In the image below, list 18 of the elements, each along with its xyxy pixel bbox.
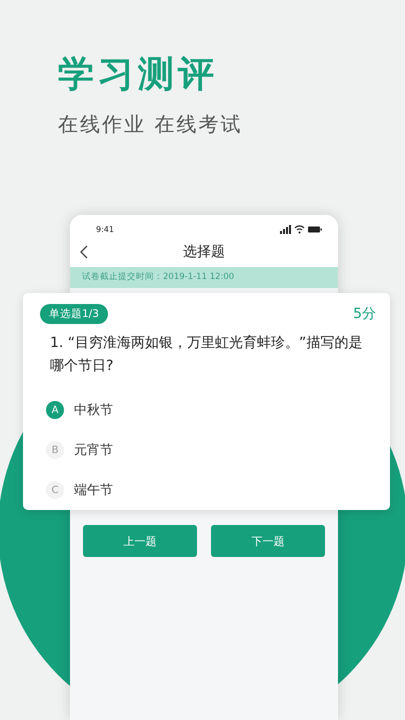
option-letter[interactable]: B: [46, 441, 64, 459]
back-icon[interactable]: [80, 245, 88, 259]
deadline-banner: 试卷截止提交时间：2019-1-11 12:00: [70, 267, 338, 288]
score: 5分: [353, 305, 376, 323]
question-text: 1. “目穷淮海两如银，万里虹光育蚌珍。”描写的是哪个节日?: [50, 334, 364, 376]
previous-button[interactable]: 上一题: [83, 525, 197, 557]
option-letter[interactable]: C: [46, 481, 64, 499]
question-type-tag: 单选题1/3: [40, 304, 108, 324]
option-label[interactable]: 中秋节: [74, 401, 113, 419]
option-label[interactable]: 元宵节: [74, 441, 113, 459]
status-icons: [280, 224, 322, 234]
headline: 学习测评: [58, 53, 218, 97]
subtitle: 在线作业 在线考试: [58, 111, 244, 138]
status-time: 9:41: [96, 224, 114, 234]
next-button[interactable]: 下一题: [211, 525, 325, 557]
screen-title: 选择题: [183, 243, 225, 261]
option-letter[interactable]: A: [46, 401, 64, 419]
option-label[interactable]: 端午节: [74, 481, 113, 499]
